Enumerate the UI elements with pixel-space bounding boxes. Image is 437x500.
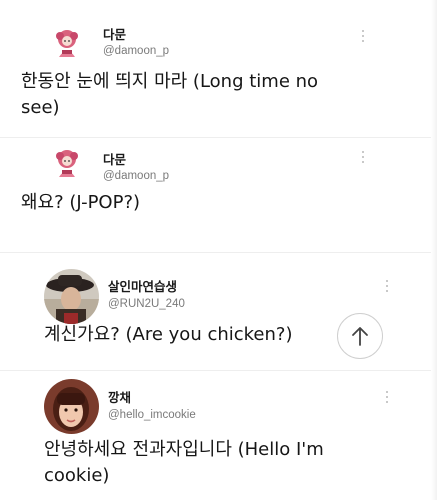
avatar[interactable] (44, 269, 99, 324)
tweet-item[interactable]: 다문 @damoon_p 왜요? (J-POP?) (0, 138, 437, 253)
pink-doll-avatar-icon (51, 147, 83, 179)
more-vertical-icon[interactable] (385, 280, 389, 294)
pink-doll-avatar-icon (51, 27, 83, 59)
tweet-text-line: cookie) (44, 465, 110, 486)
user-handle[interactable]: @RUN2U_240 (108, 298, 185, 310)
more-vertical-icon[interactable] (361, 30, 365, 44)
scroll-up-button[interactable] (337, 313, 383, 359)
avatar[interactable] (51, 147, 83, 179)
tweet-item[interactable]: 다문 @damoon_p 한동안 눈에 띄지 마라 (Long time no … (0, 0, 437, 140)
tweet-text-line: 안녕하세요 전과자입니다 (Hello I'm (44, 439, 324, 460)
more-vertical-icon[interactable] (385, 391, 389, 405)
display-name[interactable]: 깡채 (108, 387, 131, 406)
tweet-text-line: see) (21, 97, 60, 118)
tweet-text-line: 왜요? (J-POP?) (21, 192, 141, 213)
user-handle[interactable]: @damoon_p (103, 45, 169, 57)
display-name[interactable]: 다문 (103, 149, 126, 168)
display-name[interactable]: 다문 (103, 24, 126, 43)
girl-bangs-avatar-icon (44, 379, 99, 434)
arrow-up-icon (352, 327, 368, 346)
tweet-item[interactable]: 깡채 @hello_imcookie 안녕하세요 전과자입니다 (Hello I… (0, 371, 437, 500)
avatar[interactable] (44, 379, 99, 434)
edge-shade (431, 0, 437, 500)
user-handle[interactable]: @hello_imcookie (108, 409, 196, 421)
tweet-text-line: 한동안 눈에 띄지 마라 (Long time no (21, 71, 319, 92)
avatar[interactable] (51, 27, 83, 59)
more-vertical-icon[interactable] (361, 151, 365, 165)
user-handle[interactable]: @damoon_p (103, 170, 169, 182)
hat-portrait-avatar-icon (44, 269, 99, 324)
display-name[interactable]: 살인마연습생 (108, 276, 177, 295)
tweet-feed: 다문 @damoon_p 한동안 눈에 띄지 마라 (Long time no … (0, 0, 437, 500)
tweet-text-line: 계신가요? (Are you chicken?) (44, 324, 293, 345)
